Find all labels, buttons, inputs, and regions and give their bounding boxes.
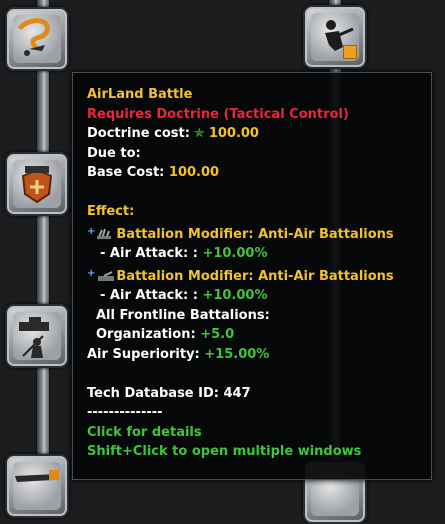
modifier-2-stat-row: - Air Attack: : +10.00% <box>87 286 417 306</box>
organization-label: Organization: <box>96 327 196 342</box>
base-cost-label: Base Cost: <box>87 165 165 180</box>
doctrine-cost-row: Doctrine cost: ✯ 100.00 <box>87 124 417 144</box>
organization-row: Organization: +5.0 <box>87 325 417 345</box>
modifier-2-stat-label: - Air Attack: : <box>100 288 198 303</box>
tech-tile-air[interactable] <box>5 454 69 518</box>
airplane-tech-icon <box>15 470 59 482</box>
modifier-2-title: Battalion Modifier: Anti-Air Battalions <box>116 268 394 284</box>
tech-tile-combined-arms[interactable] <box>5 304 69 368</box>
organization-value: +5.0 <box>200 327 235 342</box>
doctrine-requirement: Requires Doctrine (Tactical Control) <box>87 106 349 122</box>
tech-tile-defense[interactable] <box>5 152 69 216</box>
tech-title: AirLand Battle <box>87 87 193 102</box>
effect-label: Effect: <box>87 204 135 219</box>
tank-infantry-icon <box>19 317 49 358</box>
doctrine-star-icon: ✯ <box>193 126 205 141</box>
anti-air-gun-icon <box>97 228 112 239</box>
doctrine-cost-value: 100.00 <box>208 126 259 141</box>
due-to-label: Due to: <box>87 145 141 161</box>
modifier-2-stat-value: +10.00% <box>202 288 268 303</box>
air-superiority-label: Air Superiority: <box>87 346 200 362</box>
modifier-1-stat-label: - Air Attack: : <box>100 246 198 261</box>
separator: -------------- <box>87 405 163 420</box>
tech-id-value: 447 <box>223 385 251 401</box>
tech-tile-infantry[interactable] <box>303 5 367 69</box>
base-cost-row: Base Cost: 100.00 <box>87 163 417 183</box>
modifier-1-stat-row: - Air Attack: : +10.00% <box>87 244 417 264</box>
base-cost-value: 100.00 <box>168 165 220 180</box>
frontline-label: All Frontline Battalions: <box>96 307 270 323</box>
modifier-1-title: Battalion Modifier: Anti-Air Battalions <box>116 226 394 242</box>
tree-connector-left <box>36 0 50 489</box>
modifier-row-1: + Battalion Modifier: Anti-Air Battalions <box>87 225 394 242</box>
air-superiority-row: Air Superiority: +15.00% <box>87 345 417 365</box>
tech-id-row: Tech Database ID: 447 <box>87 384 417 404</box>
hint-click-details: Click for details <box>87 424 202 440</box>
hint-shift-click: Shift+Click to open multiple windows <box>87 444 362 459</box>
locked-indicator-icon <box>343 45 357 59</box>
tech-tooltip: AirLand Battle Requires Doctrine (Tactic… <box>72 72 432 480</box>
doctrine-cost-label: Doctrine cost: <box>87 126 190 141</box>
tech-id-label: Tech Database ID: <box>87 385 219 401</box>
air-superiority-value: +15.00% <box>204 346 270 362</box>
modifier-1-stat-value: +10.00% <box>202 246 268 261</box>
anti-air-vehicle-icon <box>98 270 115 281</box>
shield-tank-icon <box>21 166 53 204</box>
tech-tile-airland-battle[interactable] <box>5 7 69 71</box>
modifier-row-2: + Battalion Modifier: Anti-Air Battalions <box>87 267 394 284</box>
airland-battle-icon <box>18 18 50 56</box>
